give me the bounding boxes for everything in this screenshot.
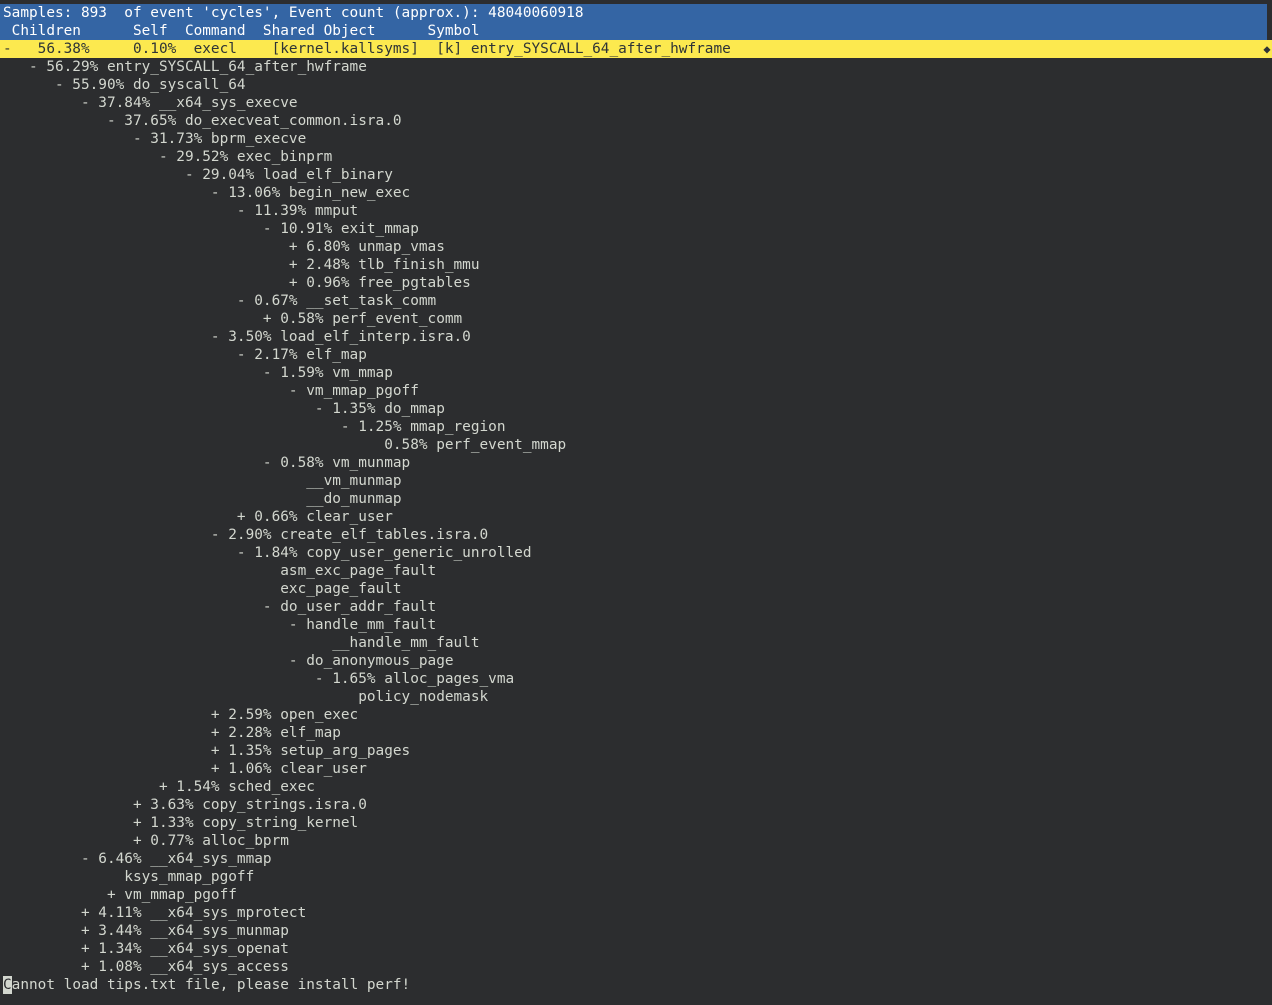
selected-entry-row[interactable]: - 56.38% 0.10% execl [kernel.kallsyms] [… <box>0 40 1267 58</box>
callgraph-entry[interactable]: asm_exc_page_fault <box>3 562 436 580</box>
callgraph-entry[interactable]: - 56.29% entry_SYSCALL_64_after_hwframe <box>3 58 367 76</box>
callgraph-entry[interactable]: - 37.84% __x64_sys_execve <box>3 94 298 112</box>
callgraph-entry[interactable]: - 31.73% bprm_execve <box>3 130 306 148</box>
callgraph-entry[interactable]: - 10.91% exit_mmap <box>3 220 419 238</box>
callgraph-entry[interactable]: - 0.67% __set_task_comm <box>3 292 436 310</box>
callgraph-entry[interactable]: + 4.11% __x64_sys_mprotect <box>3 904 306 922</box>
perf-report-title: Samples: 893 of event 'cycles', Event co… <box>0 4 1267 22</box>
callgraph-entry[interactable]: + 3.44% __x64_sys_munmap <box>3 922 289 940</box>
callgraph-entry[interactable]: + 0.58% perf_event_comm <box>3 310 462 328</box>
status-message: Cannot load tips.txt file, please instal… <box>0 976 1272 994</box>
callgraph-entry[interactable]: + vm_mmap_pgoff <box>3 886 237 904</box>
diamond-icon[interactable]: ◆ <box>1262 40 1272 58</box>
callgraph-entry[interactable]: + 6.80% unmap_vmas <box>3 238 445 256</box>
terminal-bottom-padding <box>0 995 1272 1005</box>
callgraph-entry[interactable]: 0.58% perf_event_mmap <box>3 436 566 454</box>
callgraph-entry[interactable]: - do_user_addr_fault <box>3 598 436 616</box>
callgraph-entry[interactable]: - 6.46% __x64_sys_mmap <box>3 850 272 868</box>
callgraph-entry[interactable]: exc_page_fault <box>3 580 401 598</box>
callgraph-entry[interactable]: + 1.06% clear_user <box>3 760 367 778</box>
callgraph-entry[interactable]: + 0.77% alloc_bprm <box>3 832 289 850</box>
callgraph-entry[interactable]: + 0.66% clear_user <box>3 508 393 526</box>
callgraph-entry[interactable]: - 1.25% mmap_region <box>3 418 506 436</box>
callgraph-entry[interactable]: - 55.90% do_syscall_64 <box>3 76 246 94</box>
callgraph-entry[interactable]: __do_munmap <box>3 490 401 508</box>
callgraph-entry[interactable]: + 1.35% setup_arg_pages <box>3 742 410 760</box>
callgraph-entry[interactable]: __handle_mm_fault <box>3 634 479 652</box>
callgraph-entry[interactable]: - 1.35% do_mmap <box>3 400 445 418</box>
callgraph-entry[interactable]: - do_anonymous_page <box>3 652 454 670</box>
callgraph-entry[interactable]: + 3.63% copy_strings.isra.0 <box>3 796 367 814</box>
callgraph-entry[interactable]: + 1.08% __x64_sys_access <box>3 958 289 976</box>
callgraph-entry[interactable]: + 2.48% tlb_finish_mmu <box>3 256 480 274</box>
callgraph-entry[interactable]: + 2.28% elf_map <box>3 724 341 742</box>
callgraph-entry[interactable]: + 0.96% free_pgtables <box>3 274 471 292</box>
callgraph-entry[interactable]: __vm_munmap <box>3 472 401 490</box>
callgraph-entry[interactable]: - vm_mmap_pgoff <box>3 382 419 400</box>
status-text: annot load tips.txt file, please install… <box>11 977 411 993</box>
callgraph-entry[interactable]: - 0.58% vm_munmap <box>3 454 410 472</box>
callgraph-entry[interactable]: + 1.34% __x64_sys_openat <box>3 940 289 958</box>
callgraph-entry[interactable]: - 2.90% create_elf_tables.isra.0 <box>3 526 488 544</box>
callgraph-entry[interactable]: + 1.33% copy_string_kernel <box>3 814 358 832</box>
callgraph-entry[interactable]: - handle_mm_fault <box>3 616 436 634</box>
callgraph-entry[interactable]: - 13.06% begin_new_exec <box>3 184 410 202</box>
terminal-cursor: C <box>3 976 12 994</box>
callgraph-entry[interactable]: - 29.04% load_elf_binary <box>3 166 393 184</box>
callgraph-entry[interactable]: - 2.17% elf_map <box>3 346 367 364</box>
column-headers: Children Self Command Shared Object Symb… <box>0 22 1267 40</box>
callgraph-entry[interactable]: ksys_mmap_pgoff <box>3 868 254 886</box>
callgraph-entry[interactable]: - 11.39% mmput <box>3 202 358 220</box>
callgraph-entry[interactable]: - 1.84% copy_user_generic_unrolled <box>3 544 532 562</box>
callgraph-entry[interactable]: - 37.65% do_execveat_common.isra.0 <box>3 112 402 130</box>
callgraph-entry[interactable]: + 2.59% open_exec <box>3 706 358 724</box>
callgraph-entry[interactable]: + 1.54% sched_exec <box>3 778 315 796</box>
callgraph-entry[interactable]: - 3.50% load_elf_interp.isra.0 <box>3 328 471 346</box>
callgraph-entry[interactable]: - 1.59% vm_mmap <box>3 364 393 382</box>
callgraph-entry[interactable]: - 29.52% exec_binprm <box>3 148 332 166</box>
callgraph-entry[interactable]: policy_nodemask <box>3 688 488 706</box>
callgraph-entry[interactable]: - 1.65% alloc_pages_vma <box>3 670 514 688</box>
